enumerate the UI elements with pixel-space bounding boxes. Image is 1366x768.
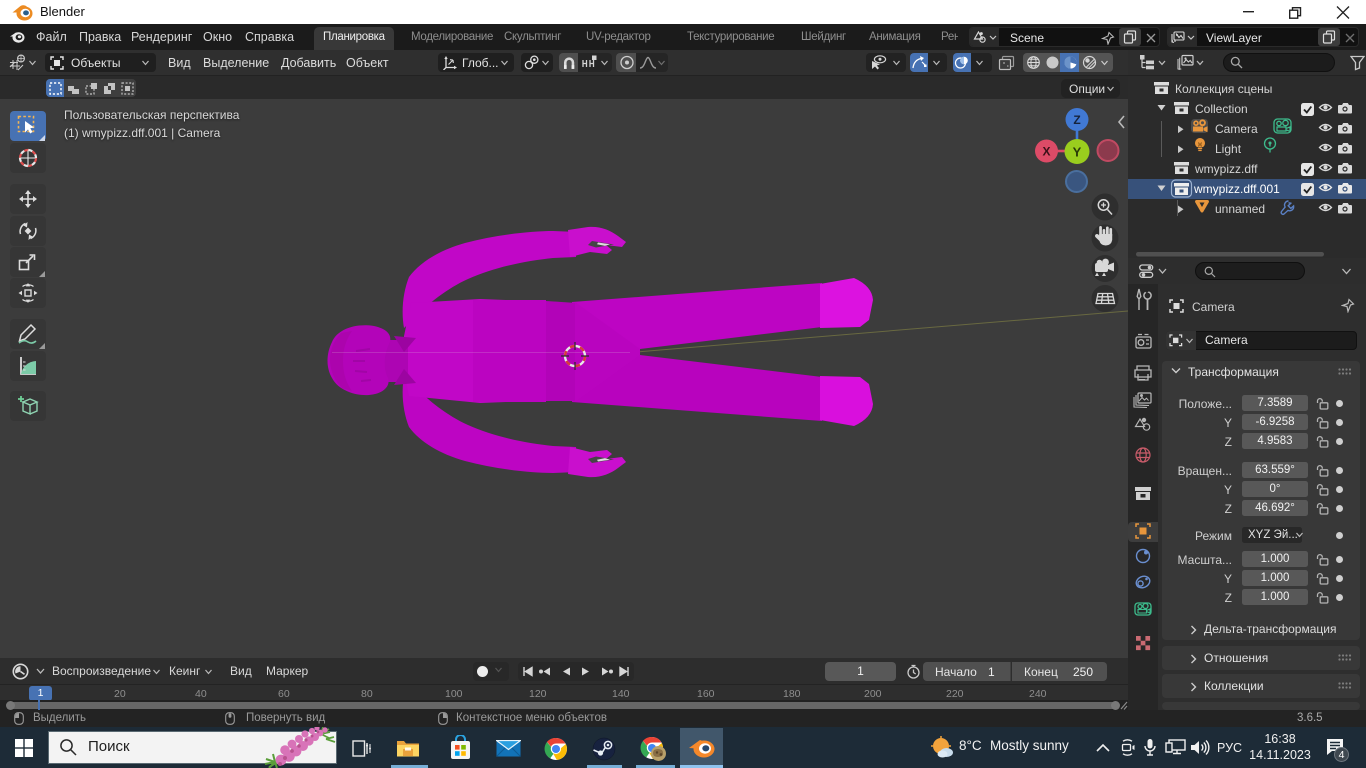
svg-text:Z: Z [1073, 113, 1080, 127]
svg-text:X: X [1042, 145, 1050, 159]
svg-text:Y: Y [1073, 145, 1082, 160]
